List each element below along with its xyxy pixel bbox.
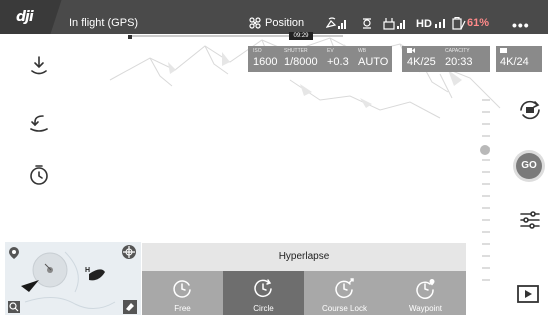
mode-free[interactable]: Free (142, 271, 223, 315)
shutter-label: SHUTTER (284, 48, 308, 54)
zoom-icon[interactable] (8, 301, 20, 313)
secondary-resolution[interactable]: 4K/24 (496, 46, 542, 72)
free-icon (173, 280, 191, 298)
ev-value: +0.3 (327, 56, 349, 68)
mode-waypoint[interactable]: Waypoint (385, 271, 466, 315)
takeoff-icon[interactable] (28, 54, 50, 76)
remote-signal-icon[interactable] (383, 17, 409, 30)
mode-waypoint-label: Waypoint (408, 304, 443, 313)
flight-timer: 09:29 (289, 32, 313, 40)
gimbal-knob[interactable] (480, 145, 490, 155)
flight-status[interactable]: In flight (GPS) (69, 17, 138, 29)
mode-course-lock-label: Course Lock (322, 304, 367, 313)
location-pin-icon[interactable] (8, 246, 20, 260)
mode-circle[interactable]: Circle (223, 271, 304, 315)
settings-sliders-icon[interactable] (517, 207, 543, 233)
card-icon (500, 48, 507, 53)
flight-mode[interactable]: Position (265, 17, 304, 29)
return-home-icon[interactable] (28, 111, 50, 133)
video-resolution-value: 4K/25 (407, 56, 436, 68)
secondary-resolution-value: 4K/24 (500, 56, 529, 68)
wb-value: AUTO (358, 56, 389, 68)
eraser-icon[interactable] (123, 300, 137, 314)
waypoint-icon (416, 279, 435, 299)
hd-label: HD (416, 18, 432, 30)
mode-circle-label: Circle (253, 304, 274, 313)
gimbal-scale[interactable] (482, 96, 490, 296)
recording-info[interactable]: 4K/25 CAPACITY 20:33 (402, 46, 490, 72)
wb-label: WB (358, 48, 367, 54)
mode-free-label: Free (174, 304, 191, 313)
more-icon[interactable]: ••• (512, 17, 530, 33)
capacity-label: CAPACITY (445, 48, 470, 54)
battery-level[interactable]: 61% (467, 17, 489, 29)
camera-switch-icon[interactable] (517, 97, 543, 123)
hd-signal[interactable]: HD (416, 18, 447, 30)
obstacle-sensing-icon[interactable] (362, 17, 372, 30)
shutter-value: 1/8000 (284, 56, 318, 68)
hd-signal-bars-icon (434, 19, 445, 28)
mini-map[interactable]: H (5, 242, 141, 315)
battery-icon (452, 17, 466, 30)
gps-signal-icon[interactable] (326, 17, 348, 30)
dji-logo: dji (16, 9, 34, 25)
progress-marker (128, 35, 132, 39)
ev-label: EV (327, 48, 334, 54)
svg-text:H: H (85, 267, 90, 274)
top-status-bar: dji In flight (GPS) Position HD 61% ••• (0, 0, 548, 34)
camera-exposure-settings[interactable]: ISO 1600 SHUTTER 1/8000 EV +0.3 WB AUTO (248, 46, 392, 72)
hyperlapse-mode-bar: Free Circle Course Lock Waypoint (142, 271, 466, 315)
course-lock-icon (335, 278, 354, 299)
go-button[interactable]: GO (516, 153, 542, 179)
video-icon (407, 48, 415, 53)
aircraft-icon (21, 280, 39, 292)
iso-label: ISO (253, 48, 262, 54)
hyperlapse-title: Hyperlapse (142, 243, 466, 271)
timer-icon[interactable] (28, 164, 50, 186)
circle-icon (254, 279, 272, 298)
capacity-value: 20:33 (445, 56, 473, 68)
playback-icon[interactable] (515, 281, 541, 307)
compass-icon[interactable] (121, 244, 137, 260)
battery-percent: 61% (467, 17, 490, 29)
iso-value: 1600 (253, 56, 278, 68)
mode-course-lock[interactable]: Course Lock (304, 271, 385, 315)
propeller-icon (249, 17, 261, 29)
